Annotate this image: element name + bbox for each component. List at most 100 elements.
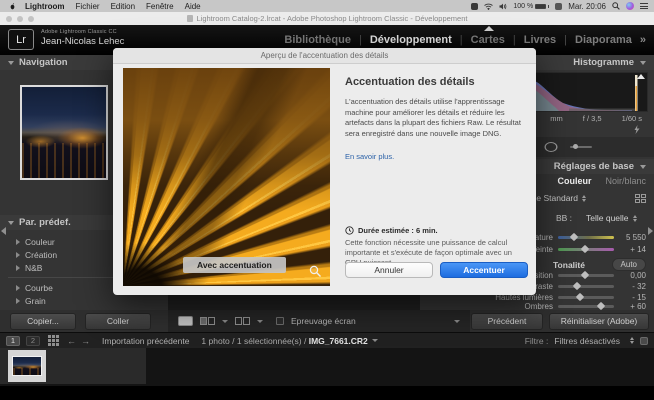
radial-filter-tool-icon[interactable] xyxy=(545,142,558,152)
exif-focal: mm xyxy=(550,114,563,123)
contrast-slider[interactable] xyxy=(558,285,614,288)
secondary-monitor-button[interactable]: 2 xyxy=(26,336,40,346)
forward-arrow-icon[interactable]: → xyxy=(81,336,90,346)
menu-item-lightroom[interactable]: Lightroom xyxy=(25,2,65,11)
estimate-row: Durée estimée : 6 min. xyxy=(345,226,438,235)
estimate-text: Durée estimée : 6 min. xyxy=(358,226,438,235)
document-icon xyxy=(187,15,193,22)
view-toolbar: Epreuvage écran xyxy=(168,310,470,332)
chevron-down-icon[interactable] xyxy=(257,320,263,323)
tab-couleur[interactable]: Couleur xyxy=(557,176,591,186)
filter-area: Filtre : Filtres désactivés xyxy=(525,336,654,346)
wb-select-icon[interactable] xyxy=(633,215,637,222)
enhance-preview[interactable]: Avec accentuation xyxy=(123,68,330,286)
menu-item-edition[interactable]: Edition xyxy=(111,2,135,11)
module-diaporama[interactable]: Diaporama xyxy=(575,34,632,46)
module-cartes[interactable]: Cartes xyxy=(471,34,505,46)
chevron-down-icon[interactable] xyxy=(222,320,228,323)
chevron-down-icon[interactable] xyxy=(372,339,378,342)
learn-more-link[interactable]: En savoir plus. xyxy=(345,152,528,161)
filmstrip-selection[interactable]: 1 photo / 1 sélectionnée(s) / IMG_7661.C… xyxy=(201,336,367,346)
copy-settings-button[interactable]: Copier... xyxy=(10,313,76,330)
filter-switch-icon[interactable] xyxy=(640,337,648,345)
left-panel-collapse-arrow[interactable] xyxy=(1,227,6,235)
temperature-slider[interactable] xyxy=(558,236,614,239)
battery-indicator[interactable]: 100 % xyxy=(513,3,549,10)
collapse-triangle-icon xyxy=(8,221,14,225)
highlights-slider[interactable] xyxy=(558,296,614,299)
expand-triangle-icon xyxy=(16,285,20,291)
slider-value: 0,00 xyxy=(622,271,654,280)
window-title: Lightroom Catalog-2.lrcat - Adobe Photos… xyxy=(0,14,654,23)
lightroom-logo: Lr xyxy=(8,29,34,50)
battery-percent: 100 % xyxy=(513,3,533,10)
menu-item-fenetre[interactable]: Fenêtre xyxy=(146,2,174,11)
before-after-tb-icon[interactable] xyxy=(235,317,250,325)
expand-triangle-icon xyxy=(16,239,20,245)
input-source-icon[interactable] xyxy=(555,3,562,10)
selected-filename: IMG_7661.CR2 xyxy=(309,336,368,346)
module-bibliotheque[interactable]: Bibliothèque xyxy=(284,34,351,46)
wifi-icon[interactable] xyxy=(484,3,493,10)
menu-item-aide[interactable]: Aide xyxy=(185,2,201,11)
collapse-triangle-icon xyxy=(8,61,14,65)
module-developpement[interactable]: Développement xyxy=(370,34,452,46)
slider-value: - 15 xyxy=(622,293,654,302)
loupe-view-icon[interactable] xyxy=(178,316,193,326)
filter-value[interactable]: Filtres désactivés xyxy=(554,336,620,346)
primary-monitor-button[interactable]: 1 xyxy=(6,336,20,346)
siri-icon[interactable] xyxy=(626,2,634,10)
menubar-clock[interactable]: Mar. 20:06 xyxy=(568,2,606,11)
navigate-arrows: ←→ xyxy=(67,336,90,346)
navigator-preview[interactable] xyxy=(20,85,108,180)
before-after-lr-icon[interactable] xyxy=(200,317,215,325)
filmstrip xyxy=(0,348,654,386)
menu-item-fichier[interactable]: Fichier xyxy=(76,2,100,11)
adjustment-brush-tool-icon[interactable] xyxy=(570,146,592,148)
tone-label: Tonalité xyxy=(553,260,585,270)
profile-select-icon[interactable] xyxy=(582,195,586,202)
tab-noir-blanc[interactable]: Noir/blanc xyxy=(605,176,646,186)
reset-button[interactable]: Réinitialiser (Adobe) xyxy=(549,313,649,330)
exposure-slider[interactable] xyxy=(558,274,614,277)
control-center-icon[interactable] xyxy=(640,3,648,9)
right-panel-collapse-arrow[interactable] xyxy=(648,227,653,235)
preset-group-grain[interactable]: Grain xyxy=(0,294,168,307)
histogram-title: Histogramme xyxy=(573,57,634,68)
exif-shutter: 1/60 s xyxy=(622,114,642,123)
back-arrow-icon[interactable]: ← xyxy=(67,336,76,346)
slider-value: - 32 xyxy=(622,282,654,291)
grid-view-icon[interactable] xyxy=(48,335,59,346)
filmstrip-selected-cell[interactable] xyxy=(8,350,46,382)
module-more-chevron[interactable]: » xyxy=(640,34,646,46)
app-status-icon[interactable] xyxy=(471,3,478,10)
identity-user-name: Jean-Nicolas Lehec xyxy=(41,36,124,47)
magnifier-icon xyxy=(309,265,322,278)
soft-proof-checkbox[interactable] xyxy=(276,317,284,325)
tint-slider[interactable] xyxy=(558,248,614,251)
enhance-button[interactable]: Accentuer xyxy=(440,262,528,278)
shadows-slider[interactable] xyxy=(558,305,614,308)
filter-select-icon[interactable] xyxy=(630,337,634,344)
left-panel-footer: Copier... Coller xyxy=(0,310,168,332)
collapse-triangle-icon xyxy=(640,165,646,169)
highlight-clipping-icon[interactable] xyxy=(637,74,645,79)
filter-label: Filtre : xyxy=(525,336,549,346)
clock-icon xyxy=(345,226,354,235)
previous-button[interactable]: Précédent xyxy=(471,313,543,330)
filmstrip-source[interactable]: Importation précédente xyxy=(102,336,189,346)
preview-state-label: Avec accentuation xyxy=(183,257,286,273)
wb-value[interactable]: Telle quelle xyxy=(586,213,629,223)
cancel-button[interactable]: Annuler xyxy=(345,262,433,278)
volume-icon[interactable] xyxy=(499,3,507,10)
spotlight-icon[interactable] xyxy=(612,2,620,10)
toolbar-options-icon[interactable] xyxy=(454,320,460,323)
navigation-title: Navigation xyxy=(19,57,68,68)
module-livres[interactable]: Livres xyxy=(524,34,556,46)
expand-triangle-icon xyxy=(16,298,20,304)
paste-settings-button[interactable]: Coller xyxy=(85,313,151,330)
profile-browser-icon[interactable] xyxy=(635,194,646,203)
apple-menu-icon[interactable] xyxy=(9,3,16,10)
expand-triangle-icon xyxy=(16,265,20,271)
auto-tone-button[interactable]: Auto xyxy=(612,258,646,271)
